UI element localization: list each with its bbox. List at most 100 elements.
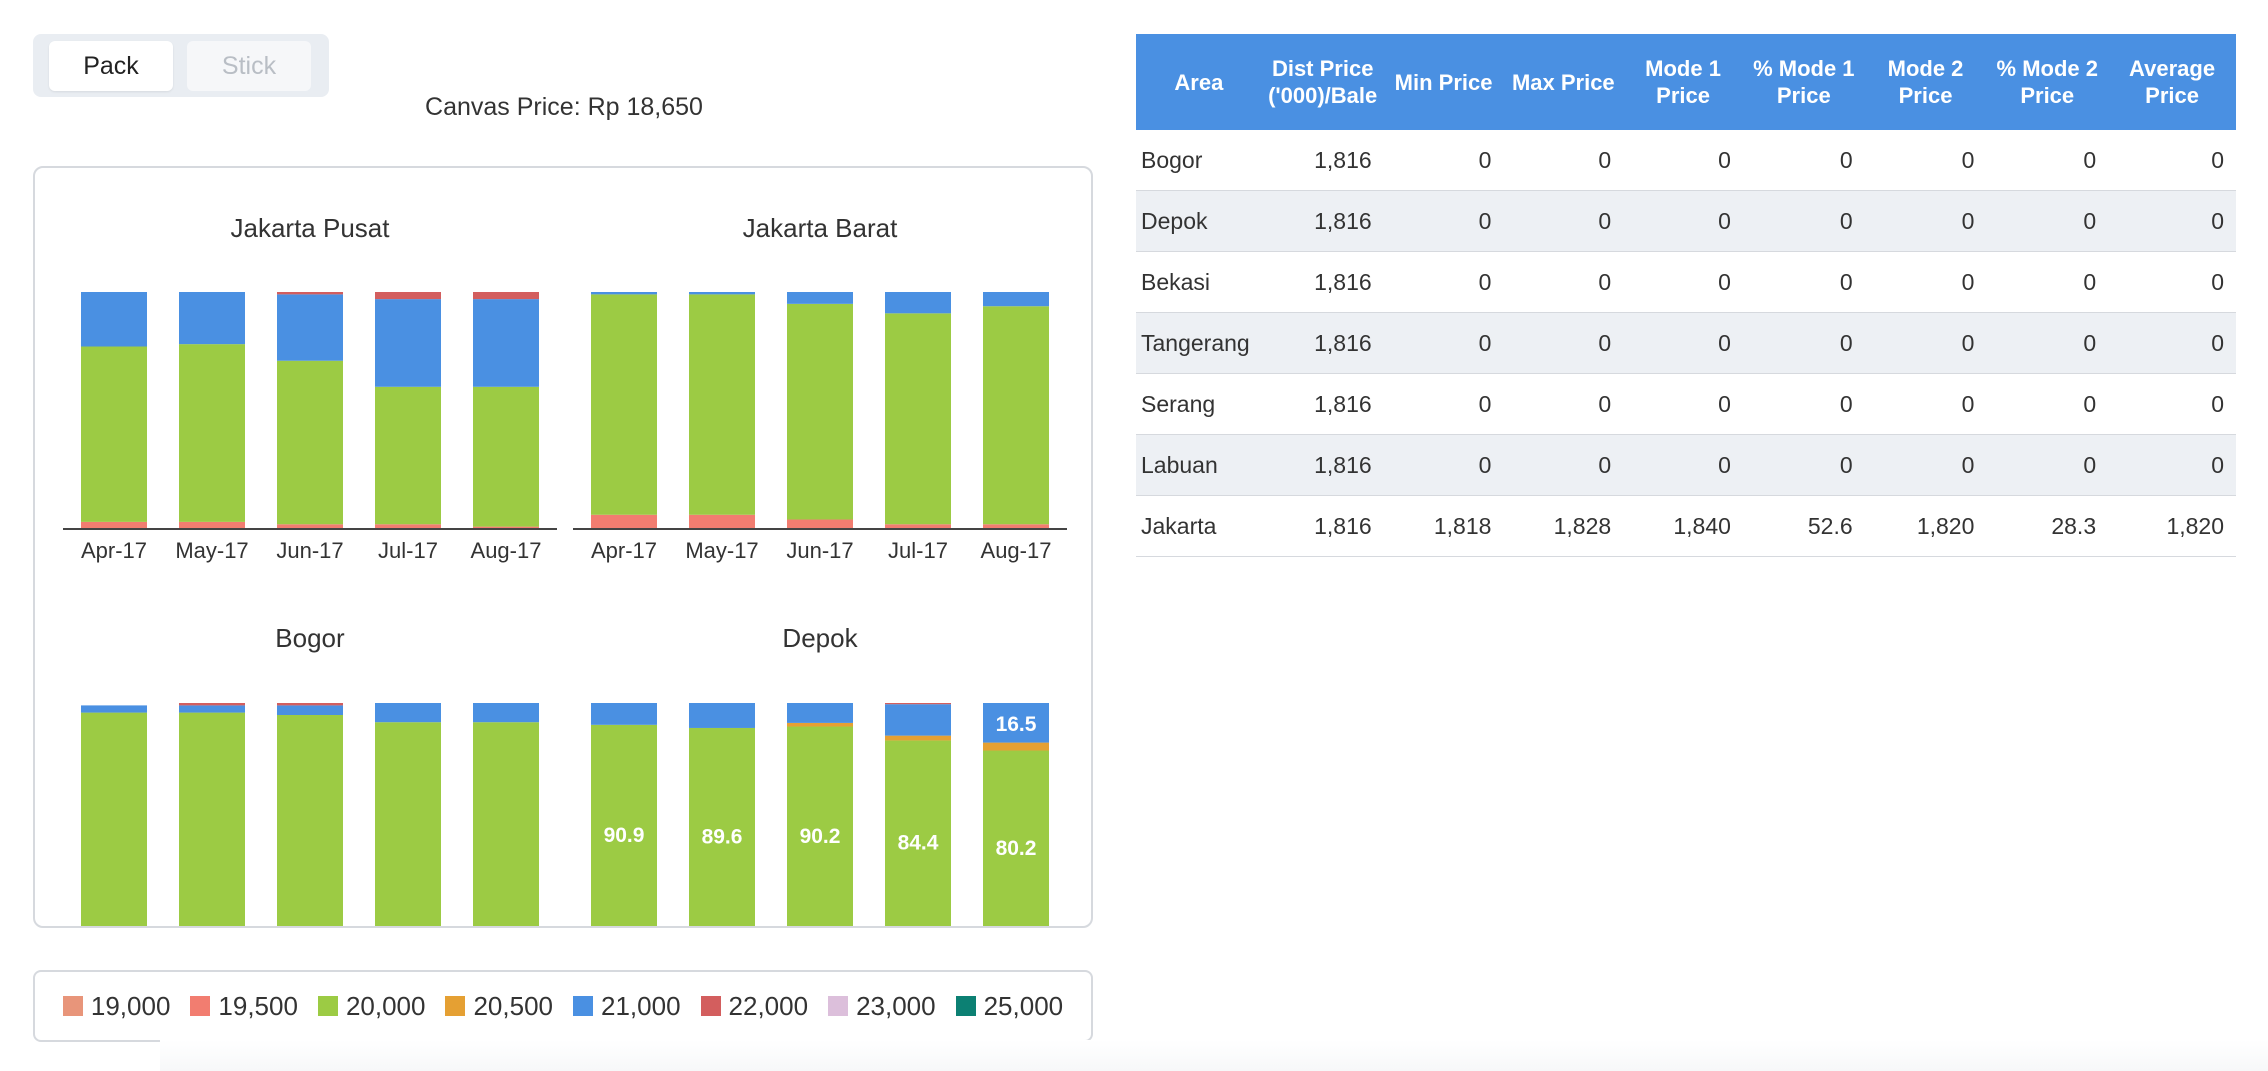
x-tick-label: Jun-17 bbox=[276, 538, 343, 563]
bar-segment[interactable] bbox=[473, 722, 539, 928]
column-header[interactable]: Average Price bbox=[2108, 34, 2236, 130]
bar-segment[interactable] bbox=[81, 705, 147, 713]
bar-segment[interactable] bbox=[375, 386, 441, 525]
bar-segment[interactable] bbox=[787, 519, 853, 529]
bar-segment[interactable] bbox=[689, 294, 755, 515]
stacked-bar-charts: Jakarta Pusat Apr-17 May-17 Jun-17 Jul-17 Aug… bbox=[63, 213, 1067, 928]
bar-segment[interactable] bbox=[473, 299, 539, 387]
price-table: Area Dist Price ('000)/Bale Min Price Max P… bbox=[1136, 34, 2236, 557]
bar-segment[interactable] bbox=[885, 292, 951, 314]
value-cell: 0 bbox=[2108, 373, 2236, 435]
bar-segment[interactable] bbox=[473, 292, 539, 300]
column-header[interactable]: % Mode 2 Price bbox=[1986, 34, 2109, 130]
x-tick-label: Jun-17 bbox=[786, 538, 853, 563]
bar-segment[interactable] bbox=[885, 313, 951, 525]
x-tick-label: Aug-17 bbox=[471, 538, 542, 563]
legend-item[interactable]: 19,500 bbox=[190, 991, 298, 1022]
bar-segment[interactable] bbox=[81, 292, 147, 347]
bar-segment[interactable] bbox=[179, 521, 245, 529]
value-cell: 0 bbox=[2108, 190, 2236, 252]
column-header[interactable]: Min Price bbox=[1383, 34, 1504, 130]
value-cell: 1,816 bbox=[1261, 373, 1384, 435]
bar-segment[interactable] bbox=[375, 703, 441, 723]
x-tick-label: May-17 bbox=[175, 538, 248, 563]
stick-button[interactable]: Stick bbox=[187, 41, 311, 91]
bar-segment[interactable] bbox=[591, 514, 657, 529]
table-row: Labuan 1,816 0 0 0 0 0 0 0 bbox=[1136, 434, 2236, 496]
value-cell: 0 bbox=[1383, 312, 1504, 374]
value-cell: 1,828 bbox=[1503, 495, 1624, 557]
bar-segment[interactable] bbox=[983, 292, 1049, 307]
bar-segment[interactable] bbox=[179, 705, 245, 713]
chart-legend: 19,000 19,500 20,000 20,500 21,000 22,000 23,0… bbox=[33, 970, 1093, 1042]
legend-swatch bbox=[62, 996, 83, 1016]
value-cell: 0 bbox=[1742, 434, 1865, 496]
bar-segment[interactable] bbox=[277, 294, 343, 361]
legend-swatch bbox=[573, 996, 593, 1016]
bar-segment[interactable] bbox=[277, 292, 343, 295]
bar-segment[interactable] bbox=[277, 703, 343, 706]
bar-segment[interactable] bbox=[277, 360, 343, 525]
legend-item[interactable]: 22,000 bbox=[700, 991, 808, 1022]
bar-segment[interactable] bbox=[277, 705, 343, 715]
bar-segment[interactable] bbox=[591, 292, 657, 295]
bar-segment[interactable] bbox=[277, 715, 343, 928]
table-row: Bekasi 1,816 0 0 0 0 0 0 0 bbox=[1136, 251, 2236, 313]
bar-segment[interactable] bbox=[179, 703, 245, 706]
legend-item[interactable]: 20,000 bbox=[317, 991, 425, 1022]
legend-item[interactable]: 19,000 bbox=[62, 991, 170, 1022]
legend-item[interactable]: 21,000 bbox=[573, 991, 681, 1022]
table-row: Jakarta 1,816 1,818 1,828 1,840 52.6 1,820 28.3… bbox=[1136, 495, 2236, 557]
bottom-fade bbox=[160, 1040, 2268, 1071]
bar-segment[interactable] bbox=[81, 346, 147, 522]
value-cell: 0 bbox=[1986, 190, 2109, 252]
bar-segment[interactable] bbox=[179, 344, 245, 522]
value-cell: 0 bbox=[1864, 312, 1987, 374]
legend-item[interactable]: 23,000 bbox=[828, 991, 936, 1022]
bar-segment[interactable] bbox=[787, 703, 853, 723]
bar-segment[interactable] bbox=[787, 303, 853, 520]
legend-item[interactable]: 25,000 bbox=[955, 991, 1063, 1022]
bar-segment[interactable] bbox=[885, 735, 951, 741]
bar-segment[interactable] bbox=[787, 722, 853, 727]
bar-segment[interactable] bbox=[983, 742, 1049, 751]
bar-segment[interactable] bbox=[591, 703, 657, 725]
value-cell: 1,816 bbox=[1261, 251, 1384, 313]
column-header[interactable]: Max Price bbox=[1503, 34, 1624, 130]
bar-segment[interactable] bbox=[787, 292, 853, 304]
pack-stick-toggle: Pack Stick bbox=[33, 34, 329, 97]
legend-item[interactable]: 20,500 bbox=[445, 991, 553, 1022]
bar-segment[interactable] bbox=[179, 292, 245, 345]
value-cell: 0 bbox=[2108, 434, 2236, 496]
bar-segment[interactable] bbox=[179, 712, 245, 928]
column-header[interactable]: Mode 2 Price bbox=[1864, 34, 1987, 130]
bar-segment[interactable] bbox=[473, 386, 539, 527]
value-cell: 0 bbox=[1742, 312, 1865, 374]
bar-segment[interactable] bbox=[81, 521, 147, 529]
bar-segment[interactable] bbox=[375, 299, 441, 387]
bar-segment[interactable] bbox=[689, 292, 755, 295]
column-header[interactable]: Area bbox=[1136, 34, 1262, 130]
column-header[interactable]: Dist Price ('000)/Bale bbox=[1261, 34, 1384, 130]
bar-segment[interactable] bbox=[591, 294, 657, 515]
bar-segment[interactable] bbox=[885, 704, 951, 736]
pack-button[interactable]: Pack bbox=[49, 41, 173, 91]
column-header[interactable]: Mode 1 Price bbox=[1623, 34, 1743, 130]
bar-segment[interactable] bbox=[983, 306, 1049, 525]
table-row: Depok 1,816 0 0 0 0 0 0 0 bbox=[1136, 190, 2236, 252]
bar-segment[interactable] bbox=[689, 514, 755, 529]
bar-segment[interactable] bbox=[689, 703, 755, 728]
column-header[interactable]: % Mode 1 Price bbox=[1742, 34, 1865, 130]
bar-segment[interactable] bbox=[375, 722, 441, 928]
data-label: 16.5 bbox=[996, 713, 1037, 736]
bar-segment[interactable] bbox=[81, 712, 147, 928]
bar-segment[interactable] bbox=[473, 703, 539, 723]
legend-label: 21,000 bbox=[601, 990, 681, 1021]
bar-segment[interactable] bbox=[885, 703, 951, 705]
chart-title: Jakarta Pusat bbox=[231, 213, 391, 243]
area-cell: Serang bbox=[1136, 373, 1262, 435]
value-cell: 0 bbox=[1503, 130, 1624, 191]
bar-segment[interactable] bbox=[375, 292, 441, 300]
value-cell: 1,816 bbox=[1261, 312, 1384, 374]
value-cell: 0 bbox=[1623, 373, 1743, 435]
